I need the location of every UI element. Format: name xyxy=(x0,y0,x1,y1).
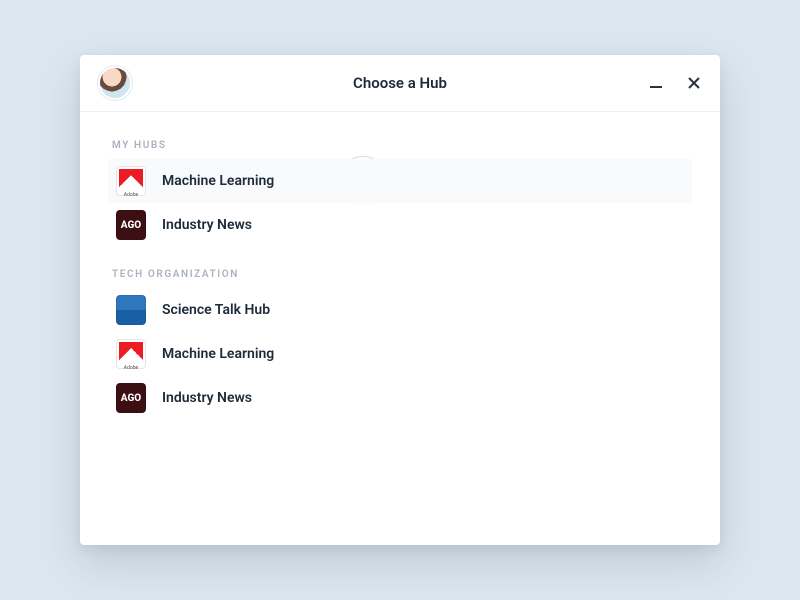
hub-item-industry-news[interactable]: Industry News xyxy=(108,376,692,420)
window-body: My Hubs Machine Learning Industry News T… xyxy=(80,112,720,545)
hub-item-industry-news[interactable]: Industry News xyxy=(108,203,692,247)
section-my-hubs: My Hubs Machine Learning Industry News xyxy=(108,140,692,247)
window-title: Choose a Hub xyxy=(80,74,720,92)
hub-label: Industry News xyxy=(162,217,252,233)
hub-label: Industry News xyxy=(162,390,252,406)
hub-chooser-window: Choose a Hub My Hubs Machine Learning xyxy=(80,55,720,545)
titlebar: Choose a Hub xyxy=(80,55,720,112)
section-label: Tech Organization xyxy=(112,269,692,280)
section-label: My Hubs xyxy=(112,140,692,151)
close-icon xyxy=(687,76,701,90)
ago-icon xyxy=(116,210,146,240)
ago-icon xyxy=(116,383,146,413)
minimize-button[interactable] xyxy=(648,75,664,91)
hub-label: Machine Learning xyxy=(162,173,274,189)
hub-item-machine-learning[interactable]: Machine Learning xyxy=(108,159,692,203)
close-button[interactable] xyxy=(686,75,702,91)
hub-item-science-talk-hub[interactable]: Science Talk Hub xyxy=(108,288,692,332)
avatar[interactable] xyxy=(98,66,132,100)
hub-label: Machine Learning xyxy=(162,346,274,362)
minimize-icon xyxy=(649,76,663,90)
adobe-icon xyxy=(116,339,146,369)
hub-item-machine-learning[interactable]: Machine Learning xyxy=(108,332,692,376)
amex-icon xyxy=(116,295,146,325)
section-tech-organization: Tech Organization Science Talk Hub Machi… xyxy=(108,269,692,420)
hub-label: Science Talk Hub xyxy=(162,302,270,318)
adobe-icon xyxy=(116,166,146,196)
window-controls xyxy=(648,75,702,91)
